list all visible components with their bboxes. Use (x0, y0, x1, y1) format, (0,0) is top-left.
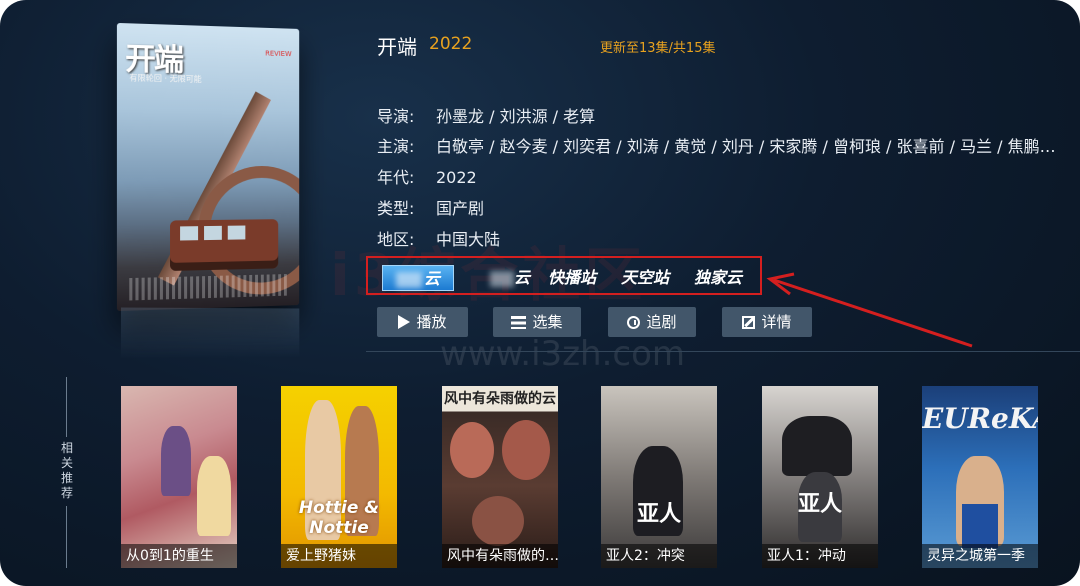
poster-figure (197, 456, 231, 536)
episodes-label: 选集 (532, 313, 563, 331)
source-item[interactable]: 快播站 (540, 265, 604, 291)
recommendation-caption: 灵异之城第一季 (922, 544, 1038, 568)
type-value: 国产剧 (436, 199, 485, 218)
poster-figure (161, 426, 191, 496)
cast-value: 白敬亭 / 赵今麦 / 刘奕君 / 刘涛 / 黄觉 / 刘丹 / 宋家腾 / 曾… (436, 137, 1056, 156)
blurred-text (395, 271, 422, 288)
poster-face (450, 422, 494, 478)
divider (366, 351, 1080, 352)
update-status: 更新至13集/共15集 (600, 41, 716, 56)
play-label: 播放 (416, 313, 447, 331)
show-year: 2022 (429, 34, 473, 54)
type-row: 类型: 国产剧 (377, 195, 484, 219)
side-divider (66, 506, 67, 568)
recommendation-card[interactable]: Hottie & Nottie 爱上野猪妹 (281, 386, 397, 568)
blurred-text (489, 270, 514, 287)
follow-button[interactable]: 追剧 (608, 307, 696, 337)
region-value: 中国大陆 (436, 230, 501, 249)
poster-figure (782, 416, 852, 476)
director-label: 导演: (377, 107, 415, 126)
source-selector: 云 云 快播站 天空站 独家云 (366, 256, 762, 295)
poster-text: 风中有朵雨做的云 (444, 391, 556, 407)
type-label: 类型: (377, 199, 415, 218)
recommendation-thumbnail (121, 386, 237, 568)
poster-reflection (120, 307, 300, 359)
recommendation-caption: 从0到1的重生 (121, 544, 237, 568)
year-row: 年代: 2022 (377, 164, 477, 188)
clock-icon (627, 315, 641, 329)
recommendation-thumbnail: 风中有朵雨做的云 (442, 386, 558, 568)
poster-text: Hottie & Nottie (298, 498, 380, 538)
recommendation-thumbnail: Hottie & Nottie (281, 386, 397, 568)
recommendation-caption: 亚人1：冲动 (762, 544, 878, 568)
recommendation-thumbnail: 亚人 (601, 386, 717, 568)
detail-label: 详情 (761, 313, 792, 331)
related-label: 相关推荐 (60, 441, 73, 500)
recommendation-card[interactable]: EUReKA 灵异之城第一季 (922, 386, 1038, 568)
side-divider (66, 377, 67, 437)
year-value: 2022 (436, 168, 477, 187)
recommendation-thumbnail: EUReKA (922, 386, 1038, 568)
detail-button[interactable]: 详情 (722, 307, 812, 337)
poster-text: 亚人 (797, 492, 842, 517)
year-label: 年代: (377, 168, 415, 187)
source-item[interactable]: 独家云 (686, 265, 750, 291)
source-item-selected[interactable]: 云 (382, 265, 454, 291)
poster-text: EUReKA (922, 402, 1038, 435)
recommendation-caption: 亚人2：冲突 (601, 544, 717, 568)
poster-figure (962, 504, 998, 548)
source-item[interactable]: 天空站 (613, 265, 677, 291)
app-screen: 开端 REVIEW 有限轮回 · 无限可能 i3综合社区 www.i3zh.co… (0, 0, 1080, 586)
watermark-url: www.i3zh.com (440, 334, 686, 374)
poster-credits (129, 274, 288, 301)
source-label: 云 (513, 268, 530, 287)
cast-row: 主演: 白敬亭 / 赵今麦 / 刘奕君 / 刘涛 / 黄觉 / 刘丹 / 宋家腾 … (377, 133, 1080, 157)
recommendation-card[interactable]: 亚人 亚人2：冲突 (601, 386, 717, 568)
recommendation-card[interactable]: 从0到1的重生 (121, 386, 237, 568)
recommendation-card[interactable]: 风中有朵雨做的云 风中有朵雨做的… (442, 386, 558, 568)
recommendation-caption: 爱上野猪妹 (281, 544, 397, 568)
edit-icon (742, 315, 756, 329)
director-value: 孙墨龙 / 刘洪源 / 老算 (436, 107, 596, 126)
cast-label: 主演: (377, 137, 415, 156)
poster-bus-window (227, 225, 246, 240)
show-title: 开端 (377, 35, 417, 59)
director-row: 导演: 孙墨龙 / 刘洪源 / 老算 (377, 103, 595, 127)
source-label: 云 (423, 269, 440, 288)
recommendation-card[interactable]: 亚人 亚人1：冲动 (762, 386, 878, 568)
follow-label: 追剧 (646, 313, 677, 331)
poster-image: 开端 REVIEW 有限轮回 · 无限可能 (116, 22, 300, 312)
region-label: 地区: (377, 230, 415, 249)
recommendation-caption: 风中有朵雨做的… (442, 544, 558, 568)
poster-tagline: 有限轮回 · 无限可能 (129, 73, 202, 84)
list-icon (511, 315, 527, 329)
episodes-button[interactable]: 选集 (493, 307, 581, 337)
poster-small-text: REVIEW (265, 49, 292, 59)
play-icon (398, 315, 411, 329)
region-row: 地区: 中国大陆 (377, 226, 500, 250)
poster-face (502, 420, 550, 480)
poster-bus-window (180, 226, 199, 241)
recommendation-thumbnail: 亚人 (762, 386, 878, 568)
poster-bus-window (204, 225, 222, 241)
play-button[interactable]: 播放 (377, 307, 468, 337)
source-item[interactable]: 云 (472, 265, 548, 291)
poster-text: 亚人 (636, 502, 681, 527)
poster-face (472, 496, 524, 546)
